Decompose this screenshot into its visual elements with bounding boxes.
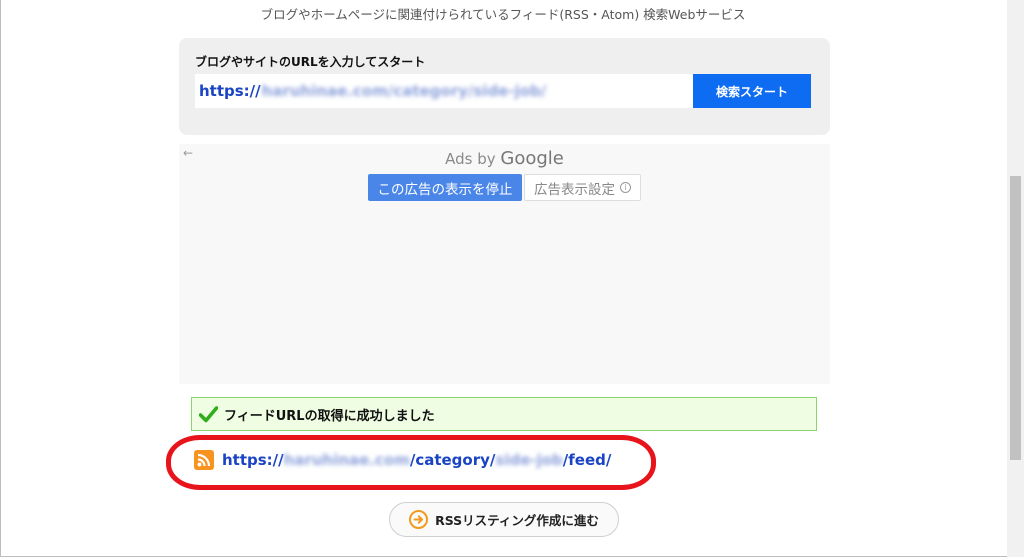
- url-input-domain: haruhinae.com/category/side-job/: [261, 82, 547, 100]
- ads-by-label: Ads by: [445, 150, 496, 168]
- site-tagline: ブログやホームページに関連付けられているフィード(RSS・Atom) 検索Web…: [260, 7, 746, 22]
- scrollbar[interactable]: [1007, 0, 1024, 557]
- rss-listing-button[interactable]: RSSリスティング作成に進む: [389, 502, 619, 537]
- ad-settings-button[interactable]: 広告表示設定 i: [524, 174, 641, 201]
- feed-url-part: haruhinae.com: [283, 451, 410, 469]
- feed-url-link[interactable]: https://haruhinae.com/category/side-job/…: [222, 451, 611, 469]
- search-start-button[interactable]: 検索スタート: [693, 74, 811, 108]
- search-panel: ブログやサイトのURLを入力してスタート https:// haruhinae.…: [179, 38, 830, 135]
- rss-listing-label: RSSリスティング作成に進む: [435, 513, 599, 528]
- feed-url-row: https://haruhinae.com/category/side-job/…: [194, 449, 611, 471]
- url-input[interactable]: https:// haruhinae.com/category/side-job…: [195, 74, 693, 108]
- checkmark-icon: [199, 405, 218, 422]
- scrollbar-thumb[interactable]: [1010, 176, 1021, 460]
- success-message: フィードURLの取得に成功しました: [224, 408, 435, 424]
- feed-url-part: https://: [222, 451, 284, 469]
- rss-icon: [194, 450, 214, 470]
- arrow-right-icon: [409, 510, 429, 529]
- feed-url-part: /feed/: [562, 451, 612, 469]
- url-input-prefix: https://: [199, 82, 261, 100]
- stop-ad-button[interactable]: この広告の表示を停止: [368, 174, 522, 201]
- ad-area: ← Ads by Google この広告の表示を停止 広告表示設定 i: [179, 144, 830, 384]
- info-icon: i: [620, 182, 631, 193]
- success-message-box: フィードURLの取得に成功しました: [191, 397, 817, 431]
- feed-url-part: /category/: [409, 451, 496, 469]
- ad-settings-label: 広告表示設定: [534, 181, 615, 198]
- ads-by-google: Ads by Google: [179, 148, 830, 169]
- google-logo: Google: [500, 148, 564, 169]
- search-title: ブログやサイトのURLを入力してスタート: [195, 55, 426, 69]
- feed-url-part: side-job: [495, 451, 563, 469]
